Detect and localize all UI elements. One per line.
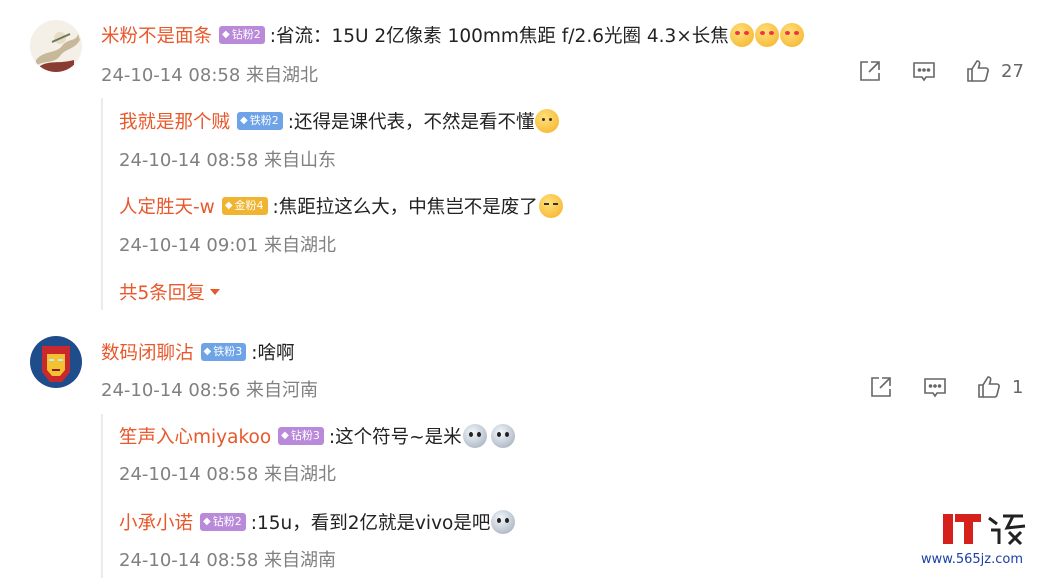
badge-label: 钻粉2 [231, 28, 261, 41]
comment-header: 数码闭聊沾 ◆ 铁粉3 :啥啊 [101, 339, 294, 365]
diamond-icon: ◆ [281, 430, 289, 441]
reply-text: :还得是课代表，不然是看不懂 [287, 112, 535, 133]
username[interactable]: 数码闭聊沾 [101, 339, 194, 365]
thumbs-up-icon [967, 60, 989, 82]
diamond-icon: ◆ [203, 516, 211, 527]
caret-down-icon [209, 289, 220, 295]
avatar[interactable] [30, 20, 82, 72]
comment-actions: 27 [857, 58, 1024, 84]
username[interactable]: 人定胜天-w [119, 193, 215, 219]
share-icon [871, 377, 891, 397]
fan-badge: ◆ 金粉4 [221, 197, 268, 215]
reply-text: :15u，看到2亿就是vivo是吧 [250, 513, 491, 534]
fan-badge: ◆ 钻粉3 [278, 427, 324, 445]
reply-list: 我就是那个贼 ◆ 铁粉2 :还得是课代表，不然是看不懂 24-10-14 08:5… [101, 98, 1023, 310]
cat-emoji-icon [535, 109, 560, 133]
diamond-icon: ◆ [203, 346, 212, 357]
reply-item: 人定胜天-w ◆ 金粉4 :焦距拉这么大，中焦岂不是废了 [119, 193, 563, 219]
reply-item: 我就是那个贼 ◆ 铁粉2 :还得是课代表，不然是看不懂 [119, 108, 560, 134]
username[interactable]: 我就是那个贼 [119, 108, 230, 134]
reply-meta: 24-10-14 08:58 来自山东 [119, 150, 337, 171]
heart-eyes-emoji-icon [779, 23, 804, 47]
share-button[interactable] [857, 58, 883, 84]
avatar[interactable] [30, 336, 82, 388]
comment-icon [924, 378, 946, 398]
fan-badge: ◆ 铁粉3 [200, 343, 247, 361]
site-watermark: www.565jz.com [921, 510, 1033, 570]
crying-emoji-icon [538, 194, 563, 218]
comment-meta: 24-10-14 08:58 来自湖北 [101, 65, 319, 86]
comment-meta: 24-10-14 08:56 来自河南 [101, 380, 319, 401]
comment-text: :啥啊 [251, 343, 295, 364]
share-button[interactable] [868, 374, 894, 400]
badge-label: 金粉4 [234, 199, 264, 212]
husky-emoji-icon [491, 510, 516, 534]
more-replies-label: 共5条回复 [119, 283, 205, 304]
reply-meta: 24-10-14 08:58 来自湖北 [119, 464, 337, 485]
heart-eyes-emoji-icon [729, 23, 754, 47]
comment-text: :省流：15U 2亿像素 100mm焦距 f/2.6光圈 4.3×长焦 [269, 26, 729, 47]
comment-header: 米粉不是面条 ◆ 钻粉2 :省流：15U 2亿像素 100mm焦距 f/2.6光圈… [101, 22, 804, 48]
like-button[interactable]: 1 [976, 374, 1023, 400]
username[interactable]: 小承小诺 [119, 509, 193, 535]
comment-button[interactable] [922, 374, 948, 400]
reply-item: 小承小诺 ◆ 钻粉2 :15u，看到2亿就是vivo是吧 [119, 509, 516, 535]
username[interactable]: 米粉不是面条 [101, 22, 212, 48]
husky-emoji-icon [462, 424, 487, 448]
share-icon [860, 61, 880, 81]
reply-text: :这个符号~是米 [328, 427, 462, 448]
like-count: 1 [1012, 376, 1024, 398]
reply-list: 笙声入心miyakoo ◆ 钻粉3 :这个符号~是米 24-10-14 08:58… [101, 414, 1023, 578]
like-count: 27 [1001, 60, 1024, 82]
username[interactable]: 笙声入心miyakoo [119, 423, 271, 449]
badge-label: 钻粉3 [290, 429, 320, 442]
like-button[interactable]: 27 [965, 58, 1024, 84]
reply-meta: 24-10-14 09:01 来自湖北 [119, 235, 337, 256]
fan-badge: ◆ 钻粉2 [200, 513, 246, 531]
badge-label: 钻粉2 [212, 515, 242, 528]
badge-label: 铁粉2 [249, 114, 279, 127]
badge-label: 铁粉3 [213, 345, 243, 358]
comment-button[interactable] [911, 58, 937, 84]
diamond-icon: ◆ [222, 29, 230, 40]
fan-badge: ◆ 铁粉2 [237, 112, 283, 130]
ithome-logo-icon [943, 514, 1026, 546]
thumbs-up-icon [978, 376, 1000, 398]
heart-eyes-emoji-icon [754, 23, 779, 47]
reply-item: 笙声入心miyakoo ◆ 钻粉3 :这个符号~是米 [119, 423, 515, 449]
diamond-icon: ◆ [224, 200, 233, 211]
comment-actions: 1 [868, 374, 1023, 400]
reply-meta: 24-10-14 08:58 来自湖南 [119, 550, 337, 571]
watermark-url: www.565jz.com [921, 552, 1023, 567]
more-replies-link[interactable]: 共5条回复 [119, 279, 221, 305]
reply-text: :焦距拉这么大，中焦岂不是废了 [272, 197, 538, 218]
fan-badge: ◆ 钻粉2 [219, 26, 265, 44]
husky-emoji-icon [490, 424, 515, 448]
diamond-icon: ◆ [240, 115, 248, 126]
comment-icon [913, 62, 935, 82]
